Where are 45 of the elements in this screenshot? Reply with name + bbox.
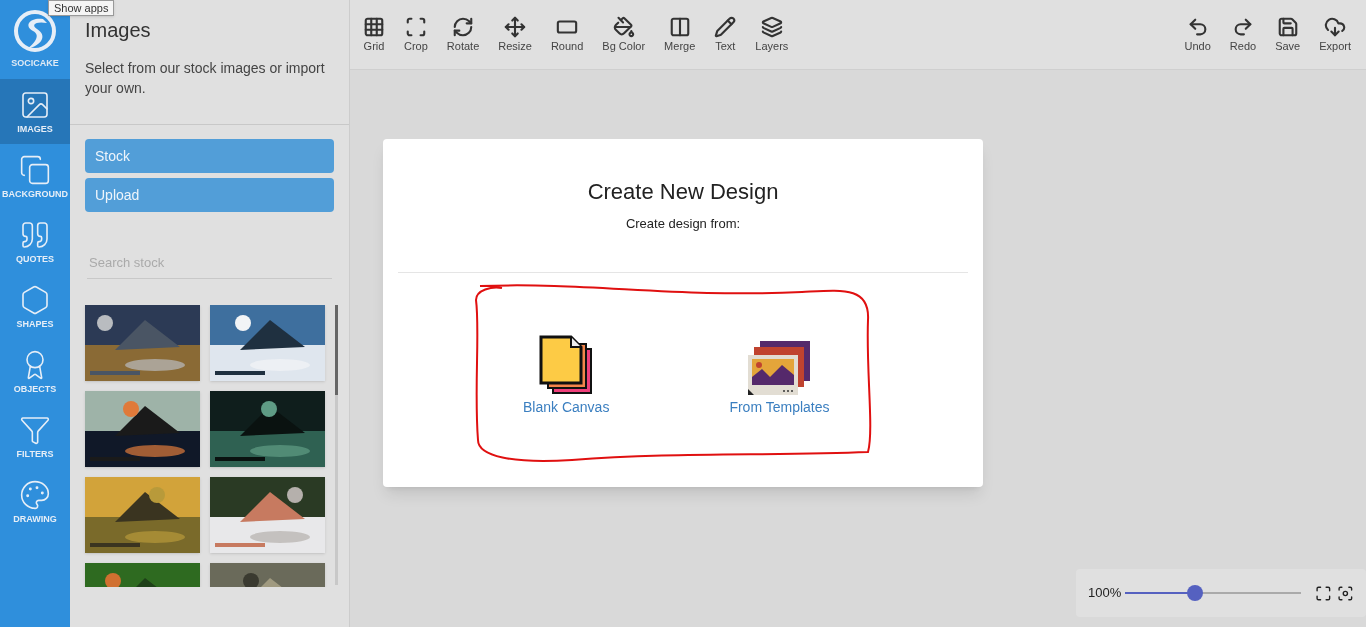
crop-icon	[404, 16, 427, 38]
toolbar-button[interactable]: Export	[1311, 8, 1359, 60]
hexagon-icon	[19, 284, 51, 316]
panel-title: Images	[85, 20, 152, 40]
toolbar-button[interactable]: Grid	[355, 8, 393, 60]
rail-item[interactable]: IMAGES	[0, 79, 70, 144]
toolbar-button[interactable]: Bg Color	[594, 8, 654, 60]
layers-icon	[760, 16, 783, 38]
scrollbar[interactable]	[335, 305, 338, 585]
toolbar-button[interactable]: Undo	[1176, 8, 1219, 60]
image-icon	[19, 89, 51, 121]
dialog-subtitle: Create design from:	[625, 215, 741, 233]
stacked-pages-icon	[539, 334, 594, 395]
design-option[interactable]: Blank Canvas	[523, 334, 610, 418]
overlapping-squares-icon	[19, 154, 51, 186]
tooltip: Show apps	[48, 0, 115, 16]
pencil-icon	[714, 16, 737, 38]
toolbar-button[interactable]: Save	[1267, 8, 1309, 60]
panel-description: Select from our stock images or import your own.	[85, 59, 326, 98]
move-arrows-icon	[504, 16, 527, 38]
grid-icon	[363, 16, 385, 38]
dialog-title: Create New Design	[587, 178, 779, 206]
toolbar-button[interactable]: Resize	[490, 8, 540, 60]
design-option[interactable]: From Templates	[729, 340, 830, 418]
toolbar-button[interactable]: Layers	[747, 8, 797, 60]
fullscreen-icon[interactable]	[1314, 584, 1332, 602]
zoom-slider[interactable]	[1125, 585, 1301, 601]
toolbar-button[interactable]: Merge	[656, 8, 704, 60]
zoom-reading: 100%	[1088, 584, 1122, 603]
paint-bucket-icon	[612, 16, 635, 38]
brand-name: SOCICAKE	[11, 56, 59, 70]
funnel-icon	[19, 414, 51, 446]
rotate-icon	[452, 16, 475, 38]
toolbar-button[interactable]: Redo	[1221, 8, 1265, 60]
toolbar-button[interactable]: Crop	[396, 8, 436, 60]
palette-icon	[19, 479, 51, 511]
toolbar-button[interactable]: Rotate	[438, 8, 488, 60]
focus-icon[interactable]	[1337, 584, 1354, 602]
cloud-download-icon	[1324, 16, 1347, 38]
quote-icon	[19, 219, 51, 251]
save-icon	[1276, 16, 1299, 38]
toolbar-button[interactable]: Text	[706, 8, 745, 60]
split-square-icon	[668, 16, 691, 38]
toolbar-button[interactable]: Round	[542, 8, 592, 60]
picture-frames-icon	[748, 340, 811, 395]
